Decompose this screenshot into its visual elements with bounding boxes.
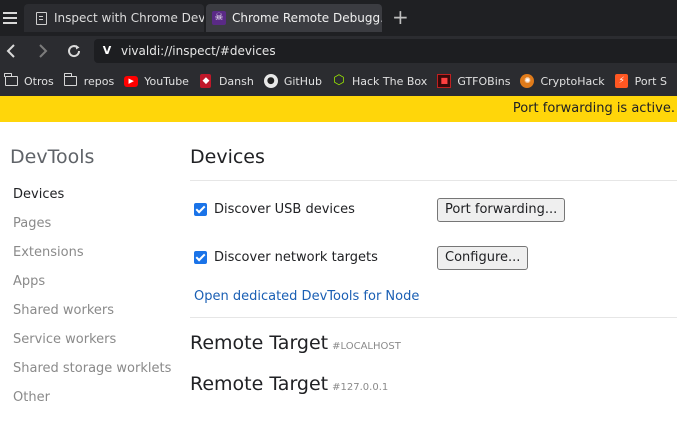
sidebar-item-shared-storage-worklets[interactable]: Shared storage worklets [13,361,171,376]
discover-usb-label[interactable]: Discover USB devices [214,202,355,217]
title-divider [190,180,677,181]
sidebar-item-devices[interactable]: Devices [13,187,64,202]
cryptohack-icon: ✺ [520,74,535,88]
bookmark-label: repos [83,74,115,88]
remote-target-title: Remote Target [190,373,329,395]
tab-remote-debugging[interactable]: ☠ Chrome Remote Debugg… [206,4,382,32]
skull-icon: ☠ [212,11,226,25]
browser-window: Inspect with Chrome Develo ☠ Chrome Remo… [0,0,677,422]
bookmark-hackthebox[interactable]: ⬡ Hack The Box [330,74,433,88]
hackthebox-icon: ⬡ [333,73,345,88]
discover-network-checkbox[interactable] [194,251,207,264]
bookmarks-bar: Otros repos ▶ YouTube ◆ Dansh ● GitHub ⬡… [0,66,677,96]
remote-target-host: #LOCALHOST [332,341,401,352]
navigation-bar: V vivaldi://inspect/#devices [0,36,677,66]
bookmark-label: GTFOBins [457,74,511,88]
bookmark-portswigger[interactable]: ⚡ Port S [613,74,673,88]
bookmark-label: YouTube [144,74,189,88]
sidebar-item-pages[interactable]: Pages [13,216,51,231]
sidebar-item-apps[interactable]: Apps [13,274,45,289]
bookmark-cryptohack[interactable]: ✺ CryptoHack [518,74,610,88]
tab-title: Inspect with Chrome Develo [54,11,204,25]
sidebar-item-service-workers[interactable]: Service workers [13,332,116,347]
bookmark-gtfobins[interactable]: ■ GTFOBins [435,74,516,88]
tab-title: Chrome Remote Debugg… [232,11,382,25]
bookmark-github[interactable]: ● GitHub [262,74,328,88]
bookmark-label: CryptoHack [540,74,605,88]
bookmark-youtube[interactable]: ▶ YouTube [122,74,195,88]
gtfobins-icon: ■ [437,74,452,88]
document-icon [34,11,48,25]
menu-icon[interactable] [0,4,20,32]
remote-target-host: #127.0.0.1 [332,382,389,393]
discover-network-row: Discover network targets [194,250,378,265]
page-title: Devices [190,146,265,168]
github-icon: ● [263,74,278,88]
folder-icon [63,73,78,88]
bookmark-repos[interactable]: repos [62,73,121,88]
sidebar-item-shared-workers[interactable]: Shared workers [13,303,114,318]
url-text[interactable]: vivaldi://inspect/#devices [121,44,276,58]
discover-usb-row: Discover USB devices [194,202,355,217]
port-forwarding-button[interactable]: Port forwarding... [437,198,566,222]
new-tab-button[interactable]: + [392,6,409,28]
back-icon[interactable] [0,39,24,63]
tab-inspect[interactable]: Inspect with Chrome Develo [24,4,204,32]
discover-network-label[interactable]: Discover network targets [214,250,378,265]
bookmark-otros[interactable]: Otros [2,73,60,88]
sidebar-item-other[interactable]: Other [13,390,50,405]
node-devtools-link[interactable]: Open dedicated DevTools for Node [194,289,419,304]
infobar-message: Port forwarding is active. [512,101,675,116]
discover-usb-checkbox[interactable] [194,203,207,216]
configure-button[interactable]: Configure... [437,246,529,270]
address-bar[interactable]: V vivaldi://inspect/#devices [94,39,677,63]
bookmark-label: Dansh [218,74,254,88]
bookmark-label: Port S [634,74,667,88]
folder-icon [4,73,18,88]
reload-icon[interactable] [62,39,86,63]
sidebar-item-extensions[interactable]: Extensions [13,245,84,260]
devtools-sidebar: DevTools Devices Pages Extensions Apps S… [0,122,180,422]
port-forwarding-infobar: Port forwarding is active. [0,96,677,122]
devices-panel: Devices Discover USB devices Port forwar… [190,122,677,422]
remote-target-title: Remote Target [190,332,329,354]
remote-target-localhost: Remote Target #LOCALHOST [190,332,401,354]
dansh-icon: ◆ [199,74,213,88]
tab-strip: Inspect with Chrome Develo ☠ Chrome Remo… [0,0,677,36]
vivaldi-logo-icon: V [102,44,112,57]
youtube-icon: ▶ [124,74,139,88]
sidebar-title: DevTools [10,146,95,168]
bookmark-label: Otros [24,74,54,88]
bookmark-label: GitHub [283,74,322,88]
forward-icon[interactable] [30,39,54,63]
bookmark-label: Hack The Box [351,74,428,88]
bookmark-dansh[interactable]: ◆ Dansh [197,74,260,88]
portswigger-icon: ⚡ [615,74,629,88]
section-divider [190,317,677,318]
remote-target-127: Remote Target #127.0.0.1 [190,373,388,395]
